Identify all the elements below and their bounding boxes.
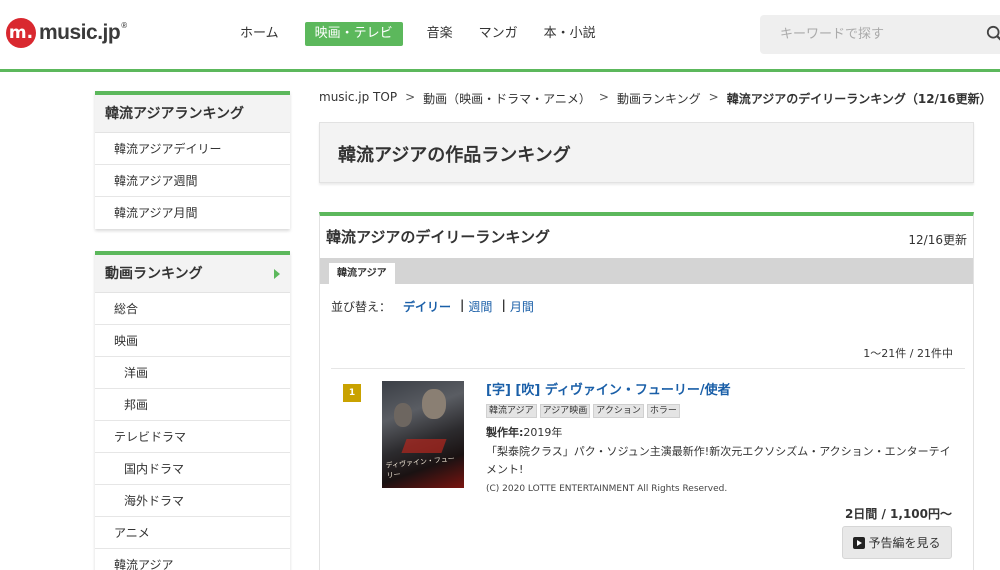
breadcrumb: music.jp TOP > 動画（映画・ドラマ・アニメ） > 動画ランキング …	[319, 90, 992, 107]
poster-thumbnail[interactable]: ディヴァイン・フューリー	[382, 381, 464, 488]
production-year: 製作年:2019年	[486, 426, 563, 439]
copyright-text: (C) 2020 LOTTE ENTERTAINMENT All Rights …	[486, 484, 728, 494]
sort-weekly[interactable]: 週間	[468, 298, 492, 315]
chevron-right-icon	[274, 269, 280, 279]
search-box	[760, 15, 1000, 54]
nav-manga[interactable]: マンガ	[479, 22, 518, 46]
sidebar-item-overall[interactable]: 総合	[95, 293, 290, 325]
work-title-link[interactable]: [字] [吹] ディヴァイン・フューリー/使者	[486, 379, 731, 398]
breadcrumb-separator: >	[598, 90, 609, 104]
ranking-updated: 12/16更新	[908, 233, 967, 247]
site-logo[interactable]: m. music.jp®	[6, 16, 127, 50]
sort-monthly[interactable]: 月間	[510, 298, 534, 315]
nav-movies-tv[interactable]: 映画・テレビ	[304, 22, 403, 46]
breadcrumb-link-video[interactable]: 動画（映画・ドラマ・アニメ）	[423, 90, 591, 107]
sidebar-item-korean-monthly[interactable]: 韓流アジア月間	[95, 197, 290, 229]
sort-daily[interactable]: デイリー	[403, 298, 451, 315]
ranking-tab-bar: 韓流アジア	[320, 258, 973, 284]
genre-tags: 韓流アジア アジア映画 アクション ホラー	[486, 404, 683, 418]
search-input[interactable]	[760, 15, 970, 54]
logo-text: music.jp®	[39, 21, 127, 44]
genre-tag[interactable]: ホラー	[646, 404, 680, 418]
price-text: 2日間 / 1,100円〜	[844, 507, 952, 521]
sidebar-item-japanese-movies[interactable]: 邦画	[95, 389, 290, 421]
logo-mark: m.	[6, 18, 36, 48]
sidebar-item-foreign-drama[interactable]: 海外ドラマ	[95, 485, 290, 517]
sort-label: 並び替え：	[331, 300, 392, 314]
sidebar-heading-korean: 韓流アジアランキング	[95, 95, 290, 133]
page-title: 韓流アジアの作品ランキング	[338, 145, 571, 166]
play-icon	[853, 536, 866, 549]
genre-tag[interactable]: 韓流アジア	[486, 404, 537, 418]
breadcrumb-link-top[interactable]: music.jp TOP	[319, 90, 397, 107]
ranking-item: 1 ディヴァイン・フューリー [字] [吹] ディヴァイン・フューリー/使者 韓…	[331, 368, 965, 570]
sidebar-item-anime[interactable]: アニメ	[95, 517, 290, 549]
ranking-title: 韓流アジアのデイリーランキング	[326, 228, 550, 246]
rank-badge: 1	[343, 384, 361, 402]
global-nav: ホーム 映画・テレビ 音楽 マンガ 本・小説	[240, 22, 622, 46]
site-header: m. music.jp® ホーム 映画・テレビ 音楽 マンガ 本・小説	[0, 0, 1000, 72]
sidebar-heading-video[interactable]: 動画ランキング	[95, 255, 290, 293]
sidebar-item-domestic-drama[interactable]: 国内ドラマ	[95, 453, 290, 485]
nav-books[interactable]: 本・小説	[544, 22, 596, 46]
work-description: 「梨泰院クラス」パク・ソジュン主演最新作!新次元エクソシズム・アクション・エンタ…	[486, 445, 951, 476]
sidebar-item-korean-weekly[interactable]: 韓流アジア週間	[95, 165, 290, 197]
sidebar-item-tv-drama[interactable]: テレビドラマ	[95, 421, 290, 453]
sort-options: 並び替え： デイリー | 週間 | 月間	[331, 298, 534, 315]
result-count: 1〜21件 / 21件中	[863, 347, 953, 360]
nav-home[interactable]: ホーム	[240, 22, 279, 46]
genre-tag[interactable]: アクション	[593, 404, 644, 418]
sidebar-item-korean-daily[interactable]: 韓流アジアデイリー	[95, 133, 290, 165]
page-title-box: 韓流アジアの作品ランキング	[319, 122, 974, 183]
search-icon[interactable]	[986, 25, 1000, 43]
sidebar-korean-ranking: 韓流アジアランキング 韓流アジアデイリー 韓流アジア週間 韓流アジア月間	[95, 91, 290, 229]
ranking-panel: 韓流アジアのデイリーランキング 12/16更新 韓流アジア 並び替え： デイリー…	[319, 212, 974, 570]
genre-tag[interactable]: アジア映画	[539, 404, 591, 418]
nav-music[interactable]: 音楽	[427, 22, 453, 46]
sidebar-item-movies[interactable]: 映画	[95, 325, 290, 357]
watch-trailer-button[interactable]: 予告編を見る	[842, 526, 952, 559]
breadcrumb-separator: >	[405, 90, 416, 104]
tab-korean-asia[interactable]: 韓流アジア	[329, 263, 395, 284]
sidebar-item-korean-asia[interactable]: 韓流アジア	[95, 549, 290, 570]
sort-divider: |	[501, 298, 506, 312]
breadcrumb-link-video-ranking[interactable]: 動画ランキング	[617, 90, 701, 107]
sidebar-item-western-movies[interactable]: 洋画	[95, 357, 290, 389]
sidebar-video-ranking: 動画ランキング 総合 映画 洋画 邦画 テレビドラマ 国内ドラマ 海外ドラマ ア…	[95, 251, 290, 570]
breadcrumb-separator: >	[708, 90, 719, 104]
sort-divider: |	[460, 298, 465, 312]
poster-title: ディヴァイン・フューリー	[385, 454, 456, 480]
breadcrumb-current: 韓流アジアのデイリーランキング（12/16更新）	[726, 92, 992, 106]
